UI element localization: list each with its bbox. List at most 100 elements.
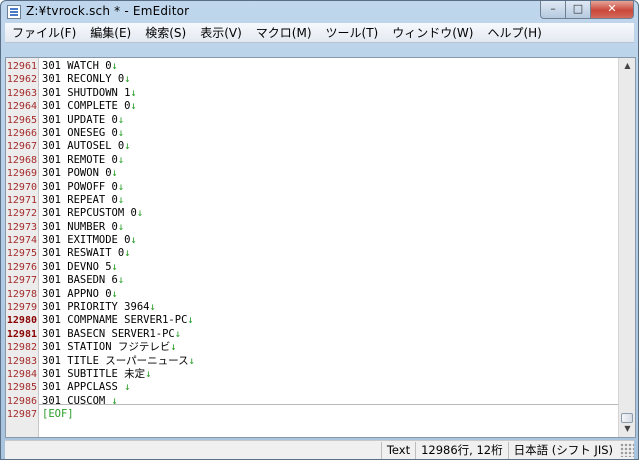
line-number: 12970 xyxy=(6,181,37,193)
editor-line[interactable]: 12982 301 STATION フジテレビ ↓ xyxy=(6,341,620,354)
scroll-down-arrow-icon[interactable]: ▼ xyxy=(620,421,635,437)
resize-grip-icon[interactable] xyxy=(620,443,634,457)
newline-mark-icon: ↓ xyxy=(187,314,194,327)
editor-lines[interactable]: 12961 301 WATCH 0 ↓ 12962 301 RECONLY 0 ↓ 1296… xyxy=(6,60,620,422)
menu-tools[interactable]: ツール(T) xyxy=(319,24,386,42)
newline-mark-icon: ↓ xyxy=(117,113,125,126)
newline-mark-icon: ↓ xyxy=(117,220,125,233)
newline-mark-icon: ↓ xyxy=(117,126,125,139)
minimize-button[interactable]: – xyxy=(540,1,566,19)
line-number: 12982 xyxy=(6,342,37,354)
editor-line[interactable]: 12970 301 POWOFF 0 ↓ xyxy=(6,181,620,194)
editor-line[interactable]: 12976 301 DEVNO 5 ↓ xyxy=(6,261,620,274)
line-text[interactable]: 301 PRIORITY 3964 xyxy=(39,301,149,314)
line-number: 12983 xyxy=(6,355,37,367)
title-bar[interactable]: Z:¥tvrock.sch * - EmEditor – □ ✕ xyxy=(1,1,638,23)
line-text[interactable]: 301 REPEAT 0 xyxy=(39,194,118,207)
menu-edit[interactable]: 編集(E) xyxy=(83,24,138,42)
menu-file[interactable]: ファイル(F) xyxy=(5,24,83,42)
editor-line[interactable]: 12972 301 REPCUSTOM 0 ↓ xyxy=(6,207,620,220)
editor-line[interactable]: 12979 301 PRIORITY 3964 ↓ xyxy=(6,301,620,314)
menu-bar: ファイル(F) 編集(E) 検索(S) 表示(V) マクロ(M) ツール(T) … xyxy=(5,23,634,43)
line-text[interactable]: 301 WATCH 0 xyxy=(39,60,112,73)
line-number: 12973 xyxy=(6,221,37,233)
editor-line[interactable]: 12962 301 RECONLY 0 ↓ xyxy=(6,73,620,86)
line-text[interactable]: 301 APPCLASS xyxy=(39,381,124,394)
line-text[interactable]: 301 REPCUSTOM 0 xyxy=(39,207,137,220)
line-number: 12968 xyxy=(6,154,37,166)
newline-mark-icon: ↓ xyxy=(124,247,131,260)
line-text[interactable]: 301 COMPLETE 0 xyxy=(39,100,131,113)
line-text[interactable]: 301 SUBTITLE 未定 xyxy=(39,368,145,381)
editor-line[interactable]: 12980 301 COMPNAME SERVER1-PC ↓ xyxy=(6,314,620,327)
line-text[interactable]: 301 COMPNAME SERVER1-PC xyxy=(39,314,187,327)
menu-help[interactable]: ヘルプ(H) xyxy=(480,24,548,42)
line-number: 12965 xyxy=(6,114,37,126)
editor-line[interactable]: 12963 301 SHUTDOWN 1 ↓ xyxy=(6,87,620,100)
newline-mark-icon: ↓ xyxy=(111,60,118,72)
line-text[interactable]: 301 POWON 0 xyxy=(39,167,112,180)
status-mode[interactable]: Text xyxy=(380,441,415,459)
newline-mark-icon: ↓ xyxy=(117,193,125,206)
line-text[interactable]: 301 POWOFF 0 xyxy=(39,181,118,194)
newline-mark-icon: ↓ xyxy=(174,327,182,340)
line-text[interactable]: 301 CUSCOM xyxy=(39,395,112,408)
editor-line[interactable]: 12978 301 APPNO 0 ↓ xyxy=(6,288,620,301)
menu-search[interactable]: 検索(S) xyxy=(138,24,193,42)
editor-line[interactable]: 12961 301 WATCH 0 ↓ xyxy=(6,60,620,73)
editor-line[interactable]: 12983 301 TITLE スーパーニュース ↓ xyxy=(6,355,620,368)
line-number: 12986 xyxy=(6,395,37,407)
editor-line[interactable]: 12986 301 CUSCOM ↓ xyxy=(6,395,620,408)
line-text[interactable]: 301 UPDATE 0 xyxy=(39,114,118,127)
vertical-scrollbar[interactable]: ▲ ▼ xyxy=(618,58,635,437)
line-text[interactable]: 301 ONESEG 0 xyxy=(39,127,118,140)
window-title: Z:¥tvrock.sch * - EmEditor xyxy=(26,4,190,18)
line-text[interactable]: 301 AUTOSEL 0 xyxy=(39,140,124,153)
emeditor-app-icon[interactable] xyxy=(7,5,21,19)
editor-line[interactable]: 12967 301 AUTOSEL 0 ↓ xyxy=(6,140,620,153)
line-text[interactable]: 301 REMOTE 0 xyxy=(39,154,118,167)
status-encoding[interactable]: 日本語 (シフト JIS) xyxy=(507,441,618,459)
menu-window[interactable]: ウィンドウ(W) xyxy=(385,24,480,42)
line-text[interactable]: 301 STATION フジテレビ xyxy=(39,341,170,354)
editor-line[interactable]: 12965 301 UPDATE 0 ↓ xyxy=(6,114,620,127)
menu-view[interactable]: 表示(V) xyxy=(193,24,249,42)
editor-line[interactable]: 12966 301 ONESEG 0 ↓ xyxy=(6,127,620,140)
editor-line[interactable]: 12968 301 REMOTE 0 ↓ xyxy=(6,154,620,167)
line-text[interactable]: 301 SHUTDOWN 1 xyxy=(39,87,131,100)
editor-line[interactable]: 12974 301 EXITMODE 0 ↓ xyxy=(6,234,620,247)
line-text[interactable]: 301 RESWAIT 0 xyxy=(39,247,124,260)
line-text[interactable]: 301 EXITMODE 0 xyxy=(39,234,131,247)
eof-marker: [EOF] xyxy=(42,408,74,421)
editor-line[interactable]: 12984 301 SUBTITLE 未定 ↓ xyxy=(6,368,620,381)
editor-line[interactable]: 12964 301 COMPLETE 0 ↓ xyxy=(6,100,620,113)
line-text[interactable]: 301 DEVNO 5 xyxy=(39,261,112,274)
editor-line[interactable]: 12973 301 NUMBER 0 ↓ xyxy=(6,221,620,234)
scroll-up-arrow-icon[interactable]: ▲ xyxy=(620,58,635,74)
line-text[interactable]: 301 NUMBER 0 xyxy=(39,221,118,234)
text-editor[interactable]: 12961 301 WATCH 0 ↓ 12962 301 RECONLY 0 ↓ 1296… xyxy=(5,57,636,438)
newline-mark-icon: ↓ xyxy=(188,354,195,367)
maximize-button[interactable]: □ xyxy=(566,1,591,19)
line-text[interactable]: 301 RECONLY 0 xyxy=(39,73,124,86)
line-text[interactable]: 301 TITLE スーパーニュース xyxy=(39,355,189,368)
eof-line[interactable]: 12987 [EOF] xyxy=(6,408,620,421)
line-number: 12976 xyxy=(6,261,37,273)
newline-mark-icon: ↓ xyxy=(124,73,131,86)
editor-line[interactable]: 12975 301 RESWAIT 0 ↓ xyxy=(6,247,620,260)
editor-line[interactable]: 12981 301 BASECN SERVER1-PC ↓ xyxy=(6,328,620,341)
line-number: 12978 xyxy=(6,288,37,300)
newline-mark-icon: ↓ xyxy=(145,367,152,380)
line-text[interactable]: 301 BASEDN 6 xyxy=(39,274,118,287)
menu-macro[interactable]: マクロ(M) xyxy=(249,24,319,42)
line-text[interactable]: 301 BASECN SERVER1-PC xyxy=(39,328,175,341)
editor-line[interactable]: 12969 301 POWON 0 ↓ xyxy=(6,167,620,180)
status-position[interactable]: 12986行, 12桁 xyxy=(415,441,508,459)
eof-divider xyxy=(39,404,620,405)
editor-line[interactable]: 12971 301 REPEAT 0 ↓ xyxy=(6,194,620,207)
editor-line[interactable]: 12977 301 BASEDN 6 ↓ xyxy=(6,274,620,287)
line-number: 12972 xyxy=(6,208,37,220)
close-button[interactable]: ✕ xyxy=(591,1,634,19)
editor-line[interactable]: 12985 301 APPCLASS ↓ xyxy=(6,381,620,394)
line-text[interactable]: 301 APPNO 0 xyxy=(39,288,112,301)
